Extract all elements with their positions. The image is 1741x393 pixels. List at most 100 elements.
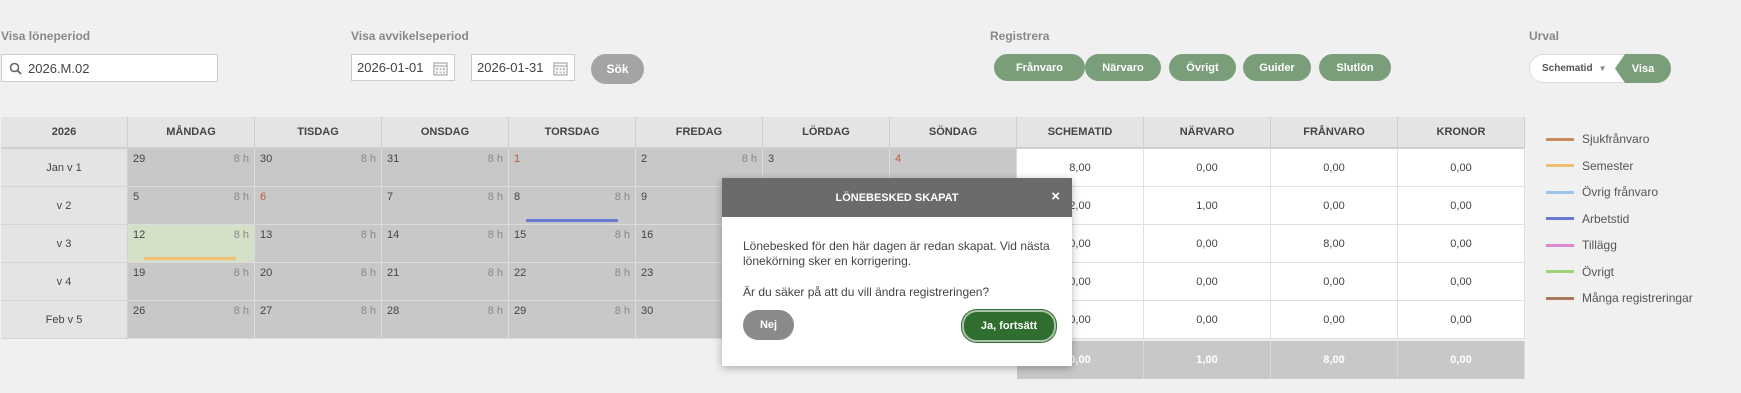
chevron-down-icon: ▼ (1598, 64, 1607, 73)
day-number: 8 (514, 191, 521, 203)
day-number: 3 (768, 153, 775, 165)
legend-label: Övrigt (1582, 264, 1615, 279)
day-cell[interactable]: 14 8 h (382, 225, 509, 263)
visa-button[interactable]: Visa (1615, 54, 1671, 83)
day-hours: 8 h (741, 153, 757, 165)
legend-swatch (1546, 137, 1574, 141)
day-number: 5 (133, 191, 140, 203)
day-cell[interactable]: 27 8 h (255, 301, 382, 339)
day-hours: 8 h (360, 267, 376, 279)
day-cell[interactable]: 31 8 h (382, 149, 509, 187)
loneperiod-search-input[interactable]: 2026.M.02 (1, 54, 218, 82)
date-from-input[interactable]: 2026-01-01 (351, 54, 455, 81)
summary-header: NÄRVARO (1144, 117, 1271, 149)
day-cell[interactable]: 6 (255, 187, 382, 225)
weekday-header: SÖNDAG (890, 117, 1017, 149)
day-cell[interactable]: 1 (509, 149, 636, 187)
legend-item: Övrigt (1546, 259, 1693, 286)
day-number: 27 (260, 305, 273, 317)
summary-cell: 0,00 (1271, 149, 1398, 187)
day-number: 23 (641, 267, 654, 279)
day-hours: 8 h (487, 229, 503, 241)
weekday-header: MÅNDAG (128, 117, 255, 149)
narvaro-button[interactable]: Närvaro (1085, 54, 1161, 81)
day-number: 22 (514, 267, 527, 279)
dialog-body: Lönebesked för den här dagen är redan sk… (722, 217, 1072, 300)
day-cell[interactable]: 7 8 h (382, 187, 509, 225)
search-button[interactable]: Sök (591, 54, 644, 84)
year-header: 2026 (1, 117, 128, 149)
day-hours: 8 h (614, 267, 630, 279)
no-button[interactable]: Nej (743, 310, 794, 340)
day-cell-selected[interactable]: 12 8 h (128, 225, 255, 263)
ovrigt-button[interactable]: Övrigt (1169, 54, 1236, 81)
urval-control: Schematid ▼ Visa (1529, 54, 1671, 83)
legend-item: Semester (1546, 153, 1693, 180)
slutlon-button[interactable]: Slutlön (1319, 54, 1391, 81)
week-label: v 3 (1, 225, 128, 263)
weekday-header: LÖRDAG (763, 117, 890, 149)
day-cell[interactable]: 5 8 h (128, 187, 255, 225)
summary-header: SCHEMATID (1017, 117, 1144, 149)
day-cell[interactable]: 20 8 h (255, 263, 382, 301)
day-hours: 8 h (360, 153, 376, 165)
day-number: 31 (387, 153, 400, 165)
loneperiod-label: Visa löneperiod (1, 29, 91, 43)
day-number: 1 (514, 153, 521, 165)
weekday-header: TORSDAG (509, 117, 636, 149)
day-cell[interactable]: 29 8 h (128, 149, 255, 187)
day-number: 16 (641, 229, 654, 241)
day-number: 26 (133, 305, 146, 317)
weekday-header: TISDAG (255, 117, 382, 149)
day-number: 19 (133, 267, 146, 279)
summary-cell: 0,00 (1144, 225, 1271, 263)
day-cell[interactable]: 29 8 h (509, 301, 636, 339)
total-cell: 1,00 (1144, 341, 1271, 379)
day-number: 29 (133, 153, 146, 165)
week-label: v 4 (1, 263, 128, 301)
legend-swatch (1546, 270, 1574, 274)
day-cell[interactable]: 21 8 h (382, 263, 509, 301)
day-cell[interactable]: 28 8 h (382, 301, 509, 339)
day-cell[interactable]: 13 8 h (255, 225, 382, 263)
week-label: Feb v 5 (1, 301, 128, 339)
yes-continue-button[interactable]: Ja, fortsätt (962, 310, 1056, 342)
urval-label: Urval (1529, 29, 1560, 43)
legend-label: Övrig frånvaro (1582, 185, 1659, 200)
weekday-header: ONSDAG (382, 117, 509, 149)
day-hours: 8 h (487, 191, 503, 203)
legend-item: Tillägg (1546, 232, 1693, 259)
day-cell[interactable]: 26 8 h (128, 301, 255, 339)
day-cell[interactable]: 30 8 h (255, 149, 382, 187)
urval-select[interactable]: Schematid ▼ (1542, 55, 1607, 82)
day-number: 30 (260, 153, 273, 165)
day-number: 4 (895, 153, 902, 165)
summary-cell: 1,00 (1144, 187, 1271, 225)
day-number: 9 (641, 191, 648, 203)
arbetstid-bar (526, 219, 618, 222)
week-label: v 2 (1, 187, 128, 225)
day-cell[interactable]: 19 8 h (128, 263, 255, 301)
close-icon[interactable]: × (1051, 189, 1060, 204)
day-cell[interactable]: 8 8 h (509, 187, 636, 225)
calendar-icon[interactable] (433, 61, 448, 76)
legend-swatch (1546, 164, 1574, 168)
day-number: 6 (260, 191, 267, 203)
day-cell[interactable]: 15 8 h (509, 225, 636, 263)
summary-cell: 0,00 (1271, 301, 1398, 339)
calendar-icon[interactable] (553, 61, 568, 76)
summary-cell: 0,00 (1144, 149, 1271, 187)
weekday-header: FREDAG (636, 117, 763, 149)
day-hours: 8 h (233, 267, 249, 279)
date-to-input[interactable]: 2026-01-31 (471, 54, 575, 81)
day-number: 30 (641, 305, 654, 317)
day-number: 20 (260, 267, 273, 279)
guider-button[interactable]: Guider (1243, 54, 1311, 81)
summary-header: FRÅNVARO (1271, 117, 1398, 149)
day-cell[interactable]: 22 8 h (509, 263, 636, 301)
legend-item: Övrig frånvaro (1546, 179, 1693, 206)
loneperiod-value: 2026.M.02 (28, 60, 90, 76)
day-hours: 8 h (487, 305, 503, 317)
franvaro-button[interactable]: Frånvaro (994, 54, 1085, 81)
search-icon (9, 62, 22, 75)
